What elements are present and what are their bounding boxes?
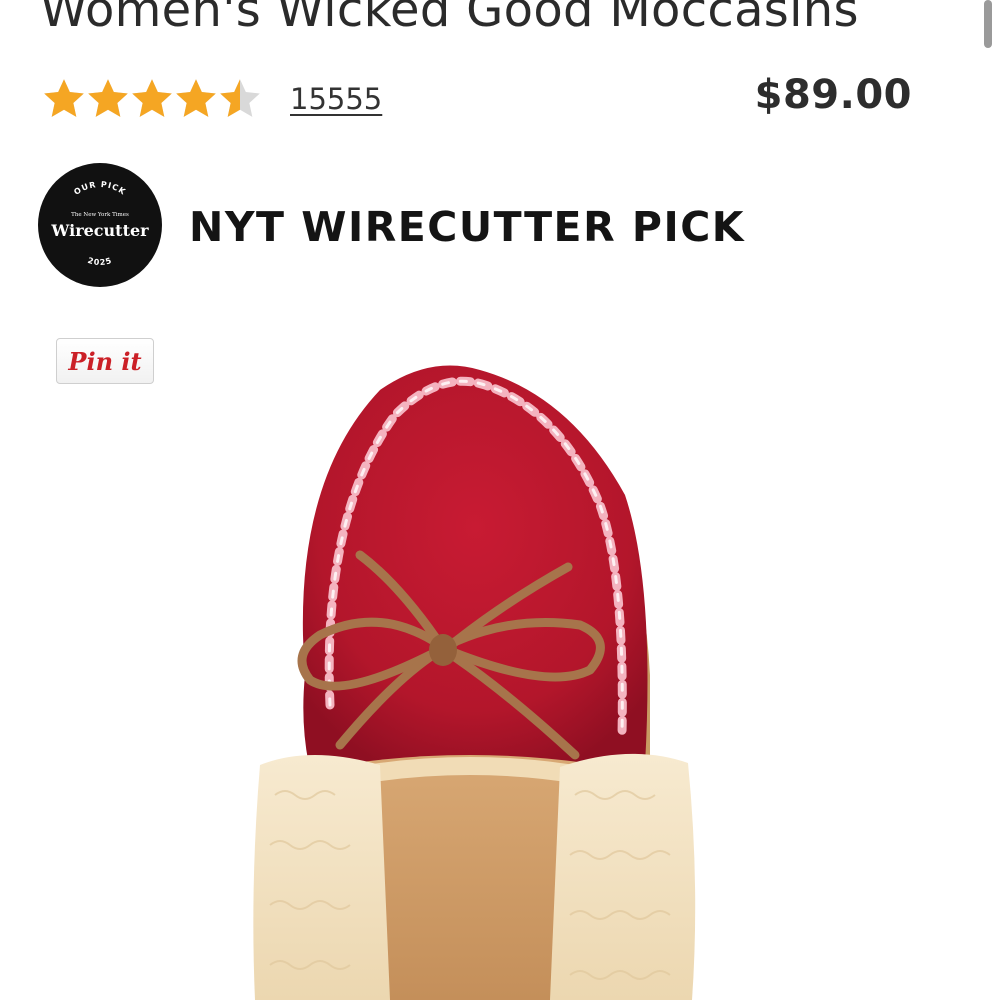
star-icon bbox=[132, 79, 172, 117]
badge-logo-text: Wirecutter bbox=[50, 221, 149, 240]
pin-it-label: Pin it bbox=[68, 346, 142, 376]
wirecutter-badge-icon: OUR PICK The New York Times Wirecutter 2… bbox=[38, 163, 162, 287]
review-count-link[interactable]: 15555 bbox=[290, 82, 382, 116]
wirecutter-pick-label: NYT WIRECUTTER PICK bbox=[189, 203, 746, 251]
star-rating[interactable] bbox=[42, 74, 262, 124]
pin-it-button[interactable]: Pin it bbox=[56, 338, 154, 384]
product-page: Women's Wicked Good Moccasins 15555 $89.… bbox=[0, 0, 1000, 1000]
star-icon bbox=[88, 79, 128, 117]
star-icon bbox=[220, 79, 260, 117]
star-icon bbox=[176, 79, 216, 117]
moccasin-upper bbox=[302, 365, 648, 770]
scrollbar[interactable] bbox=[984, 0, 992, 48]
product-price: $89.00 bbox=[754, 72, 912, 118]
star-icon bbox=[44, 79, 84, 117]
badge-small-text: The New York Times bbox=[71, 212, 129, 218]
product-title: Women's Wicked Good Moccasins bbox=[40, 0, 859, 38]
product-image[interactable] bbox=[230, 345, 730, 1000]
rating-row: 15555 bbox=[42, 74, 382, 124]
